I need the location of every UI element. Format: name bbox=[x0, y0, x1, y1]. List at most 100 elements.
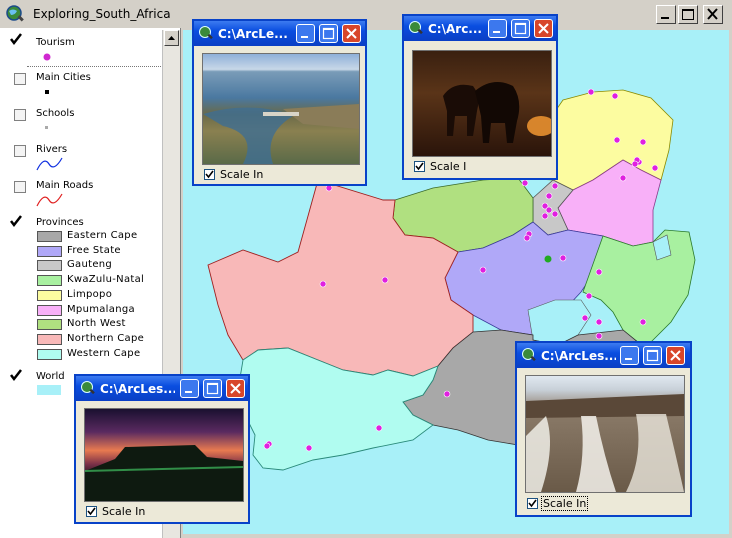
legend-swatch bbox=[37, 290, 62, 301]
main-cities-checkbox[interactable] bbox=[14, 73, 26, 85]
tourism-marker[interactable] bbox=[263, 442, 271, 450]
checkmark-icon bbox=[415, 162, 424, 171]
popup-minimize-button[interactable] bbox=[180, 379, 199, 398]
layer-name-schools[interactable]: Schools bbox=[36, 108, 74, 119]
schools-checkbox[interactable] bbox=[14, 109, 26, 121]
waterfall-photo-art bbox=[526, 394, 684, 492]
photo-popup-waterfall[interactable]: C:\ArcLes... Scale In bbox=[515, 341, 692, 517]
tourism-checkmark-icon[interactable] bbox=[9, 32, 23, 46]
selection-outline bbox=[27, 66, 161, 67]
scale-in-checkbox[interactable] bbox=[414, 161, 425, 172]
dam-photo bbox=[202, 53, 360, 165]
roads-line-symbol bbox=[36, 193, 63, 207]
popup-title: C:\ArcLes... bbox=[541, 349, 616, 363]
tourism-marker[interactable] bbox=[545, 206, 553, 214]
close-icon bbox=[707, 8, 718, 20]
scale-in-label: Scale In bbox=[220, 168, 264, 181]
city-marker bbox=[544, 255, 552, 263]
rivers-checkbox[interactable] bbox=[14, 145, 26, 157]
popup-close-button[interactable] bbox=[666, 346, 685, 365]
tourism-marker[interactable] bbox=[551, 182, 559, 190]
tourism-marker[interactable] bbox=[479, 266, 487, 274]
tourism-marker[interactable] bbox=[521, 179, 529, 187]
elephants-photo bbox=[412, 50, 552, 157]
tourism-marker[interactable] bbox=[443, 390, 451, 398]
tourism-marker[interactable] bbox=[551, 210, 559, 218]
legend-swatch bbox=[37, 349, 62, 360]
world-swatch bbox=[37, 385, 61, 395]
layer-name-main-cities[interactable]: Main Cities bbox=[36, 72, 91, 83]
tourism-marker[interactable] bbox=[375, 424, 383, 432]
scroll-up-button[interactable] bbox=[164, 30, 179, 46]
popup-close-button[interactable] bbox=[342, 24, 361, 43]
legend-swatch bbox=[37, 231, 62, 242]
main-cities-symbol bbox=[45, 90, 49, 94]
tourism-marker[interactable] bbox=[319, 280, 327, 288]
close-button[interactable] bbox=[703, 5, 723, 24]
tourism-marker[interactable] bbox=[595, 332, 603, 340]
tourism-marker[interactable] bbox=[595, 268, 603, 276]
tourism-marker[interactable] bbox=[523, 234, 531, 242]
maximize-button[interactable] bbox=[678, 5, 698, 24]
checkmark-icon bbox=[205, 170, 214, 179]
checkmark-icon bbox=[87, 507, 96, 516]
tourism-marker[interactable] bbox=[305, 444, 313, 452]
popup-maximize-button[interactable] bbox=[203, 379, 222, 398]
tourism-marker[interactable] bbox=[651, 164, 659, 172]
checkmark-icon bbox=[528, 499, 537, 508]
popup-close-button[interactable] bbox=[226, 379, 245, 398]
scale-in-checkbox[interactable] bbox=[204, 169, 215, 180]
tourism-marker[interactable] bbox=[611, 92, 619, 100]
layer-name-provinces[interactable]: Provinces bbox=[36, 217, 84, 228]
popup-minimize-button[interactable] bbox=[620, 346, 639, 365]
popup-minimize-button[interactable] bbox=[488, 19, 507, 38]
scale-in-label: Scale I bbox=[430, 160, 467, 173]
scale-in-checkbox[interactable] bbox=[527, 498, 538, 509]
tourism-marker[interactable] bbox=[631, 160, 639, 168]
layer-name-world[interactable]: World bbox=[36, 371, 65, 382]
tourism-marker[interactable] bbox=[639, 138, 647, 146]
tourism-marker[interactable] bbox=[619, 174, 627, 182]
maximize-icon bbox=[646, 349, 659, 362]
legend-swatch bbox=[37, 246, 62, 257]
popup-close-button[interactable] bbox=[534, 19, 553, 38]
popup-title-bar[interactable]: C:\ArcLe... bbox=[194, 21, 365, 46]
layer-name-tourism[interactable]: Tourism bbox=[36, 37, 75, 48]
popup-title-bar[interactable]: C:\Arc... bbox=[404, 16, 556, 41]
popup-title-bar[interactable]: C:\ArcLes... bbox=[517, 343, 690, 368]
scale-in-checkbox[interactable] bbox=[86, 506, 97, 517]
photo-popup-dam[interactable]: C:\ArcLe... Scale In bbox=[192, 19, 367, 186]
tourism-marker[interactable] bbox=[585, 292, 593, 300]
close-icon bbox=[346, 28, 357, 39]
popup-maximize-button[interactable] bbox=[319, 24, 338, 43]
tourism-marker[interactable] bbox=[545, 192, 553, 200]
popup-title-bar[interactable]: C:\ArcLes... bbox=[76, 376, 248, 401]
province-kwazulu-natal bbox=[582, 229, 696, 349]
dam-photo-art bbox=[203, 104, 359, 164]
layer-name-main-roads[interactable]: Main Roads bbox=[36, 180, 93, 191]
legend-swatch bbox=[37, 305, 62, 316]
tourism-marker[interactable] bbox=[587, 88, 595, 96]
tourism-marker[interactable] bbox=[559, 254, 567, 262]
tourism-marker[interactable] bbox=[581, 314, 589, 322]
layer-name-rivers[interactable]: Rivers bbox=[36, 144, 67, 155]
popup-minimize-button[interactable] bbox=[296, 24, 315, 43]
minimize-icon bbox=[493, 31, 500, 33]
world-checkmark-icon[interactable] bbox=[9, 368, 23, 382]
legend-swatch bbox=[37, 260, 62, 271]
photo-popup-table-mountain[interactable]: C:\ArcLes... Scale In bbox=[74, 374, 250, 524]
provinces-checkmark-icon[interactable] bbox=[9, 214, 23, 228]
popup-maximize-button[interactable] bbox=[643, 346, 662, 365]
tourism-marker[interactable] bbox=[541, 212, 549, 220]
tourism-marker[interactable] bbox=[595, 318, 603, 326]
legend-label: Gauteng bbox=[67, 259, 113, 270]
rivers-line-symbol bbox=[36, 157, 63, 171]
tourism-marker[interactable] bbox=[381, 276, 389, 284]
minimize-button[interactable] bbox=[656, 5, 676, 24]
photo-popup-elephants[interactable]: C:\Arc... Scale I bbox=[402, 14, 558, 180]
legend-label: Limpopo bbox=[67, 289, 113, 300]
main-roads-checkbox[interactable] bbox=[14, 181, 26, 193]
tourism-marker[interactable] bbox=[613, 136, 621, 144]
tourism-marker[interactable] bbox=[639, 318, 647, 326]
popup-maximize-button[interactable] bbox=[511, 19, 530, 38]
